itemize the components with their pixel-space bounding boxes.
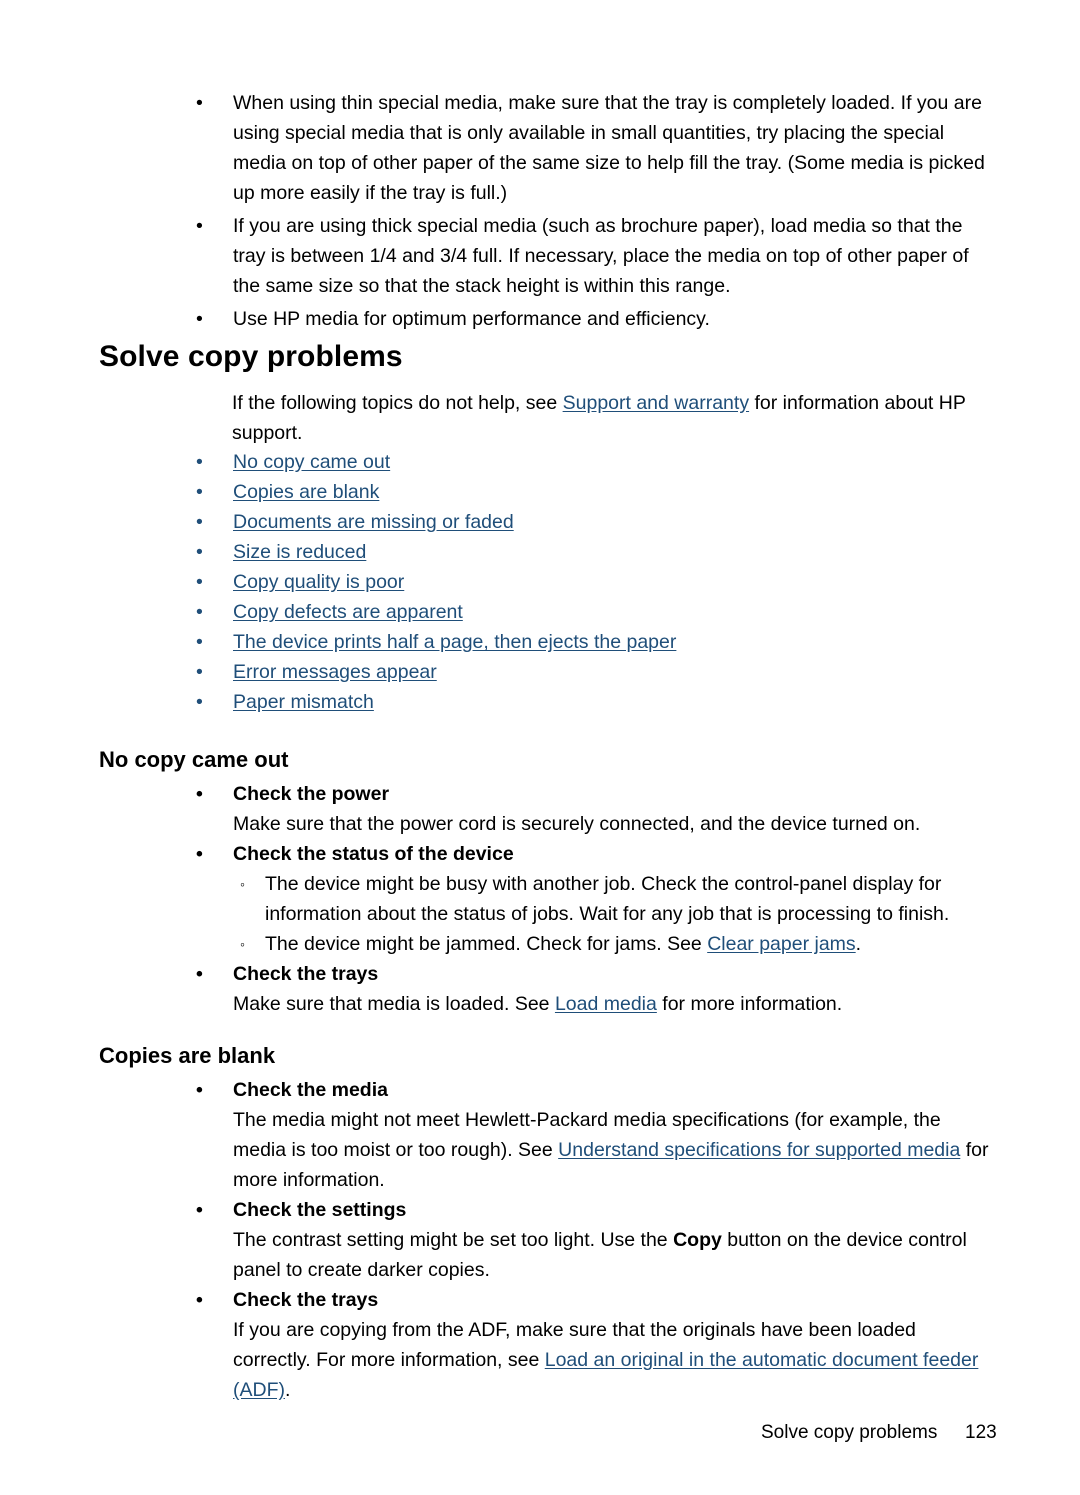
subheading-check-the-trays-blank: Check the trays <box>233 1289 379 1311</box>
copies-are-blank-content: • Check the media The media might not me… <box>196 1075 996 1405</box>
circle-bullet-icon: ◦ <box>240 876 245 892</box>
check-the-media-item: • Check the media The media might not me… <box>196 1075 996 1195</box>
list-item: • Check the trays <box>196 1285 996 1315</box>
bullet-icon: • <box>196 1289 203 1311</box>
understand-specifications-link[interactable]: Understand specifications for supported … <box>558 1139 960 1161</box>
list-item: • Check the power <box>196 779 996 809</box>
page-title: Solve copy problems <box>99 340 403 373</box>
topic-link-documents-missing-faded[interactable]: Documents are missing or faded <box>233 511 514 533</box>
list-item: • Check the status of the device <box>196 839 996 869</box>
bullet-icon: • <box>196 1079 203 1101</box>
list-item: • When using thin special media, make su… <box>196 88 996 208</box>
intro-paragraph: If the following topics do not help, see… <box>232 388 992 448</box>
section-heading-copies-are-blank: Copies are blank <box>99 1043 276 1068</box>
footer-page-number: 123 <box>965 1422 997 1443</box>
body-text-after: for more information. <box>656 993 843 1015</box>
list-item: • Copies are blank <box>196 477 956 507</box>
list-item: • The device prints half a page, then ej… <box>196 627 956 657</box>
list-item: • If you are using thick special media (… <box>196 211 996 301</box>
list-item: • Check the settings <box>196 1195 996 1225</box>
check-the-trays-item: • Check the trays Make sure that media i… <box>196 959 996 1019</box>
intro-text-before: If the following topics do not help, see <box>232 392 563 414</box>
section-heading-no-copy-came-out: No copy came out <box>99 747 289 772</box>
list-item-text: The device might be jammed. Check for ja… <box>265 933 708 955</box>
status-sub-list: ◦ The device might be busy with another … <box>196 869 996 959</box>
bullet-icon: • <box>196 308 203 330</box>
subheading-check-the-settings: Check the settings <box>233 1199 407 1221</box>
topic-link-paper-mismatch[interactable]: Paper mismatch <box>233 691 374 713</box>
bullet-icon: • <box>196 215 203 237</box>
bullet-icon: • <box>196 631 203 653</box>
list-item: ◦ The device might be jammed. Check for … <box>196 929 996 959</box>
bullet-icon: • <box>196 92 203 114</box>
body-text-before: The contrast setting might be set too li… <box>233 1229 674 1251</box>
check-the-trays-body: Make sure that media is loaded. See Load… <box>196 989 996 1019</box>
list-item: ◦ The device might be busy with another … <box>196 869 996 929</box>
load-media-link[interactable]: Load media <box>555 993 657 1015</box>
check-the-status-item: • Check the status of the device ◦ The d… <box>196 839 996 959</box>
document-page: • When using thin special media, make su… <box>0 0 1080 1495</box>
footer-section-title: Solve copy problems <box>761 1422 938 1443</box>
topic-link-copy-quality-is-poor[interactable]: Copy quality is poor <box>233 571 404 593</box>
bullet-icon: • <box>196 451 203 473</box>
circle-bullet-icon: ◦ <box>240 936 245 952</box>
topic-link-prints-half-page[interactable]: The device prints half a page, then ejec… <box>233 631 676 653</box>
list-item: • Copy quality is poor <box>196 567 956 597</box>
list-item: • Copy defects are apparent <box>196 597 956 627</box>
topic-link-size-is-reduced[interactable]: Size is reduced <box>233 541 366 563</box>
topic-link-copy-defects-apparent[interactable]: Copy defects are apparent <box>233 601 463 623</box>
bullet-icon: • <box>196 571 203 593</box>
no-copy-came-out-content: • Check the power Make sure that the pow… <box>196 779 996 1019</box>
list-item: • Use HP media for optimum performance a… <box>196 304 996 334</box>
check-the-trays-blank-body: If you are copying from the ADF, make su… <box>196 1315 996 1405</box>
topics-link-list: • No copy came out • Copies are blank • … <box>196 447 956 717</box>
copy-button-emphasis: Copy <box>673 1229 722 1251</box>
topic-link-no-copy-came-out[interactable]: No copy came out <box>233 451 390 473</box>
support-and-warranty-link[interactable]: Support and warranty <box>563 392 749 414</box>
media-tips-list: • When using thin special media, make su… <box>196 88 996 337</box>
check-the-settings-body: The contrast setting might be set too li… <box>196 1225 996 1285</box>
body-text-before: Make sure that media is loaded. See <box>233 993 555 1015</box>
list-item: • Paper mismatch <box>196 687 956 717</box>
check-the-settings-item: • Check the settings The contrast settin… <box>196 1195 996 1285</box>
body-text-after: . <box>285 1379 291 1401</box>
topic-link-error-messages-appear[interactable]: Error messages appear <box>233 661 437 683</box>
bullet-icon: • <box>196 691 203 713</box>
list-item-text: If you are using thick special media (su… <box>233 215 969 297</box>
list-item-text: The device might be busy with another jo… <box>265 873 950 925</box>
check-the-power-body: Make sure that the power cord is securel… <box>233 813 921 835</box>
topic-link-copies-are-blank[interactable]: Copies are blank <box>233 481 379 503</box>
list-item: • Documents are missing or faded <box>196 507 956 537</box>
bullet-icon: • <box>196 511 203 533</box>
list-item-text: When using thin special media, make sure… <box>233 92 985 204</box>
list-item: • Error messages appear <box>196 657 956 687</box>
check-the-media-body: The media might not meet Hewlett-Packard… <box>196 1105 996 1195</box>
bullet-icon: • <box>196 541 203 563</box>
bullet-icon: • <box>196 601 203 623</box>
check-the-power-item: • Check the power Make sure that the pow… <box>196 779 996 839</box>
bullet-icon: • <box>196 963 203 985</box>
bullet-icon: • <box>196 661 203 683</box>
subheading-check-the-trays: Check the trays <box>233 963 379 985</box>
bullet-icon: • <box>196 1199 203 1221</box>
list-item: • Check the media <box>196 1075 996 1105</box>
list-item: • Size is reduced <box>196 537 956 567</box>
list-item: • Check the trays <box>196 959 996 989</box>
check-the-trays-item-blank: • Check the trays If you are copying fro… <box>196 1285 996 1405</box>
subheading-check-the-status: Check the status of the device <box>233 843 514 865</box>
list-item-text-after: . <box>855 933 862 955</box>
list-item: • No copy came out <box>196 447 956 477</box>
subheading-check-the-media: Check the media <box>233 1079 388 1101</box>
list-item-text: Use HP media for optimum performance and… <box>233 308 710 330</box>
subheading-check-the-power: Check the power <box>233 783 390 805</box>
bullet-icon: • <box>196 783 203 805</box>
clear-paper-jams-link[interactable]: Clear paper jams <box>707 933 855 955</box>
bullet-icon: • <box>196 481 203 503</box>
bullet-icon: • <box>196 843 203 865</box>
